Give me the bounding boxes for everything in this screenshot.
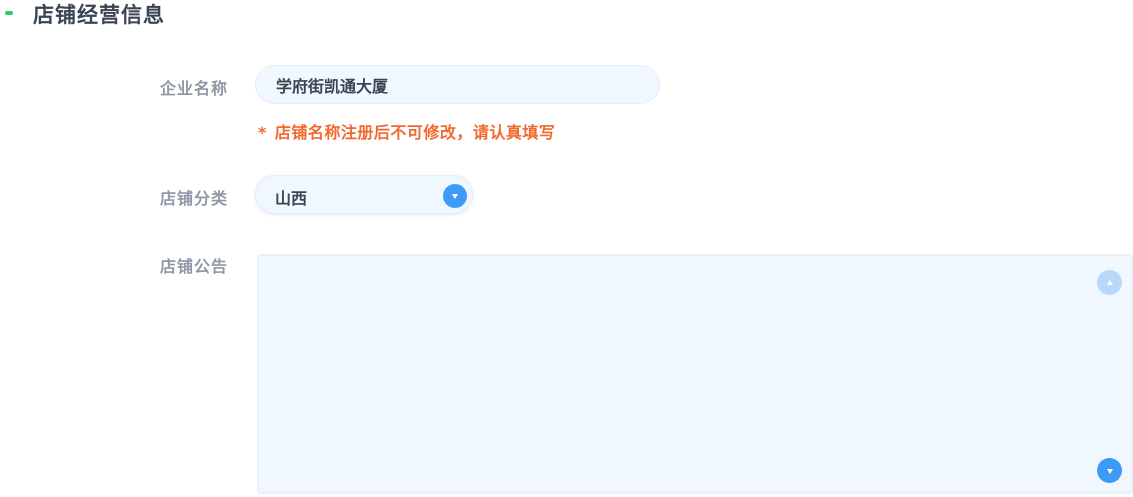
announcement-textarea-wrapper <box>257 254 1133 494</box>
company-name-input[interactable] <box>255 65 660 104</box>
scroll-down-icon[interactable] <box>1097 458 1122 483</box>
scroll-up-icon[interactable] <box>1097 270 1122 295</box>
section-marker-icon <box>5 11 13 15</box>
section-title: 店铺经营信息 <box>33 3 165 27</box>
hint-text: 店铺名称注册后不可修改，请认真填写 <box>274 123 556 142</box>
company-name-hint: * 店铺名称注册后不可修改，请认真填写 <box>258 119 555 143</box>
announcement-label: 店铺公告 <box>160 257 229 276</box>
announcement-textarea[interactable] <box>259 256 1079 492</box>
category-label: 店铺分类 <box>160 189 229 208</box>
chevron-down-icon[interactable] <box>443 184 467 208</box>
category-selected-value: 山西 <box>275 189 308 208</box>
required-star: * <box>258 123 267 142</box>
store-info-form: 店铺经营信息 企业名称 * 店铺名称注册后不可修改，请认真填写 店铺分类 山西 店… <box>0 0 1133 497</box>
category-select[interactable]: 山西 <box>255 175 473 214</box>
company-name-label: 企业名称 <box>160 79 229 98</box>
